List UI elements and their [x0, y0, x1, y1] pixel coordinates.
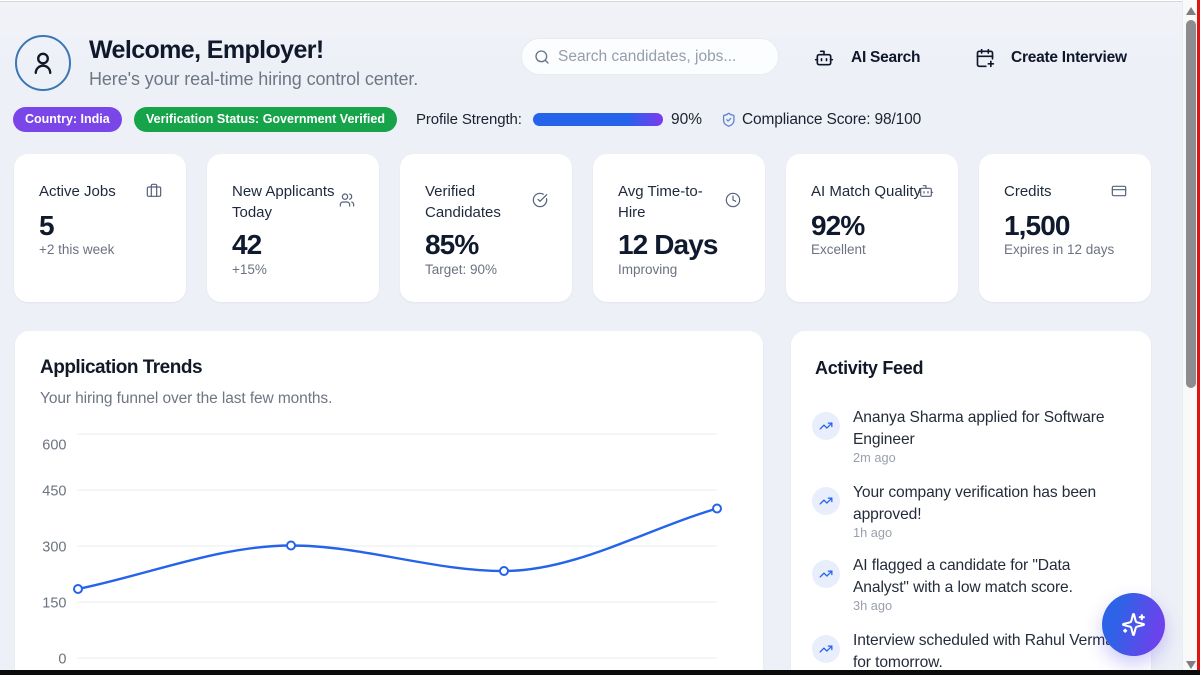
- svg-text:150: 150: [42, 596, 66, 612]
- svg-text:450: 450: [42, 484, 66, 500]
- svg-text:300: 300: [42, 540, 66, 556]
- svg-text:0: 0: [58, 652, 66, 668]
- svg-text:600: 600: [42, 438, 66, 454]
